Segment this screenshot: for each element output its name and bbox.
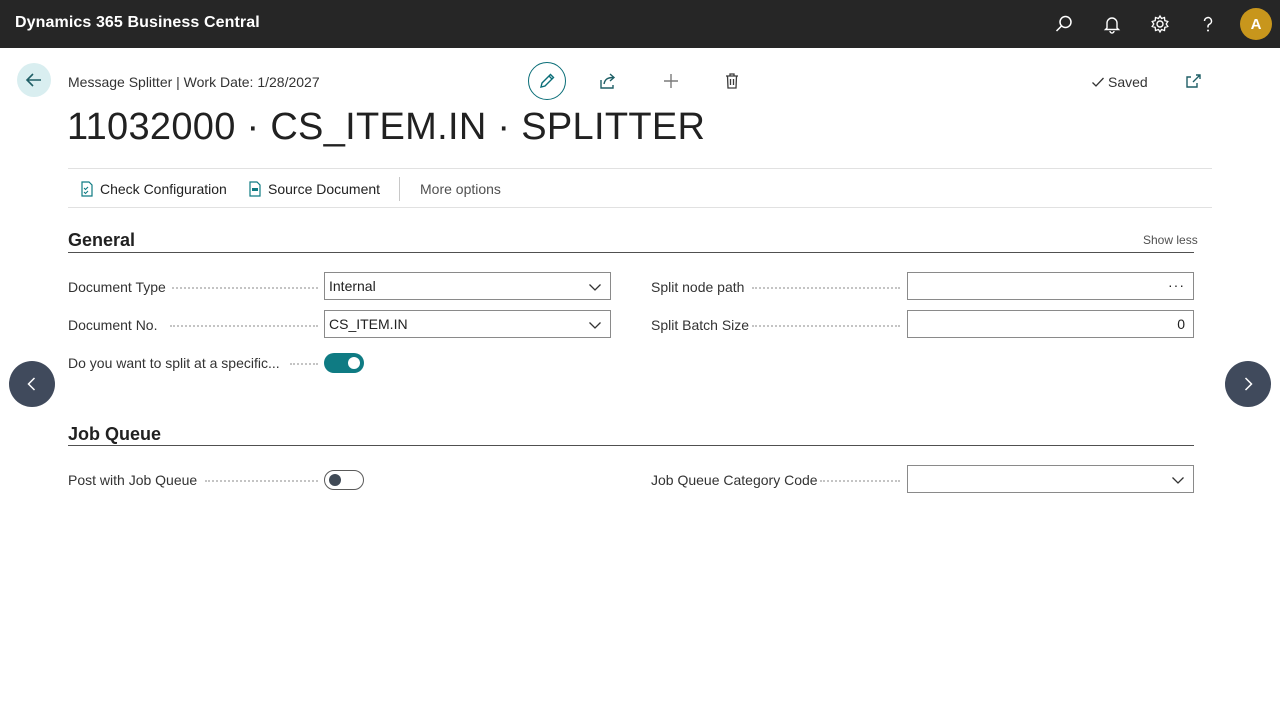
job-queue-section-divider [68, 445, 1194, 446]
search-icon[interactable] [1052, 12, 1076, 36]
split-node-path-label: Split node path [651, 279, 745, 295]
show-less-link[interactable]: Show less [1143, 233, 1198, 247]
split-specific-toggle[interactable] [324, 353, 364, 373]
previous-record-button[interactable] [9, 361, 55, 407]
toggle-knob [329, 474, 341, 486]
back-button[interactable] [17, 63, 51, 97]
chevron-right-icon [1244, 377, 1253, 391]
document-no-select[interactable]: CS_ITEM.IN [324, 310, 611, 338]
delete-button[interactable] [721, 70, 743, 92]
trash-icon [726, 73, 738, 89]
open-in-new-window-icon [1186, 74, 1201, 88]
saved-status: Saved [1091, 74, 1148, 90]
avatar[interactable]: A [1240, 8, 1272, 40]
checklist-icon [81, 180, 93, 197]
document-type-select[interactable]: Internal [324, 272, 611, 300]
check-configuration-label: Check Configuration [100, 180, 227, 197]
plus-icon [664, 74, 678, 88]
share-button[interactable] [597, 70, 619, 92]
source-document-button[interactable]: Source Document [248, 169, 380, 208]
document-no-label: Document No. [68, 317, 158, 333]
gear-icon[interactable] [1148, 12, 1172, 36]
assist-edit-ellipsis-icon[interactable]: ··· [1168, 277, 1185, 293]
new-button[interactable] [660, 70, 682, 92]
job-queue-section-title[interactable]: Job Queue [68, 424, 161, 445]
document-type-value: Internal [329, 278, 376, 294]
top-bar: Dynamics 365 Business Central A [0, 0, 1280, 48]
more-options-button[interactable]: More options [420, 169, 501, 208]
post-with-job-queue-toggle[interactable] [324, 470, 364, 490]
bell-icon[interactable] [1100, 12, 1124, 36]
check-configuration-button[interactable]: Check Configuration [80, 169, 227, 208]
general-section-title[interactable]: General [68, 230, 135, 251]
leader-dots [820, 480, 900, 482]
action-bar: Check Configuration Source Document More… [68, 168, 1212, 208]
saved-label: Saved [1108, 74, 1148, 90]
leader-dots [752, 287, 900, 289]
leader-dots [752, 325, 900, 327]
job-queue-category-code-select[interactable] [907, 465, 1194, 493]
document-type-label: Document Type [68, 279, 166, 295]
chevron-down-icon [589, 284, 601, 291]
split-batch-size-input[interactable]: 0 [907, 310, 1194, 338]
post-with-job-queue-label: Post with Job Queue [68, 472, 198, 488]
split-specific-label: Do you want to split at a specific... [68, 355, 280, 371]
source-document-label: Source Document [268, 180, 381, 197]
document-no-value: CS_ITEM.IN [329, 316, 408, 332]
action-separator [399, 177, 400, 201]
leader-dots [290, 363, 318, 365]
chevron-left-icon [27, 377, 36, 391]
split-batch-size-label: Split Batch Size [651, 317, 750, 333]
help-icon[interactable] [1196, 12, 1220, 36]
page-title: 11032000 · CS_ITEM.IN · SPLITTER [67, 106, 706, 148]
general-section-divider [68, 252, 1194, 253]
leader-dots [172, 287, 318, 289]
share-icon [600, 73, 616, 89]
app-title[interactable]: Dynamics 365 Business Central [15, 14, 260, 32]
leader-dots [205, 480, 318, 482]
next-record-button[interactable] [1225, 361, 1271, 407]
chevron-down-icon [589, 322, 601, 329]
job-queue-category-code-label: Job Queue Category Code [651, 472, 818, 488]
pencil-icon [540, 73, 555, 88]
arrow-left-icon [25, 73, 41, 87]
leader-dots [170, 325, 318, 327]
checkmark-icon [1092, 77, 1104, 87]
document-icon [249, 180, 261, 197]
split-node-path-input[interactable]: ··· [907, 272, 1194, 300]
edit-button[interactable] [528, 62, 566, 100]
open-new-window-button[interactable] [1182, 70, 1204, 92]
breadcrumb: Message Splitter | Work Date: 1/28/2027 [68, 74, 320, 90]
chevron-down-icon [1172, 477, 1184, 484]
toggle-knob [348, 357, 360, 369]
